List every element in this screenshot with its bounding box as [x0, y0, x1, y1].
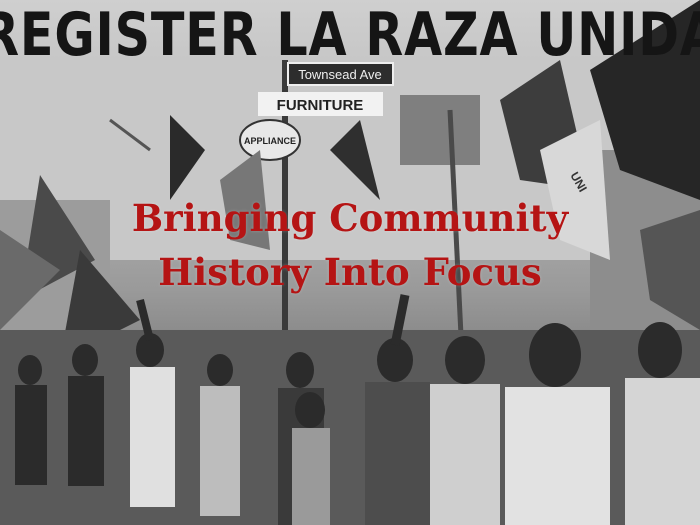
overlay-title-line-2: History Into Focus	[158, 250, 542, 294]
overlay-title-line-1: Bringing Community	[131, 196, 569, 240]
furniture-sign-text: FURNITURE	[277, 97, 364, 114]
appliance-badge-text: APPLIANCE	[244, 136, 296, 146]
headline: REGISTER LA RAZA UNIDA	[0, 0, 700, 70]
